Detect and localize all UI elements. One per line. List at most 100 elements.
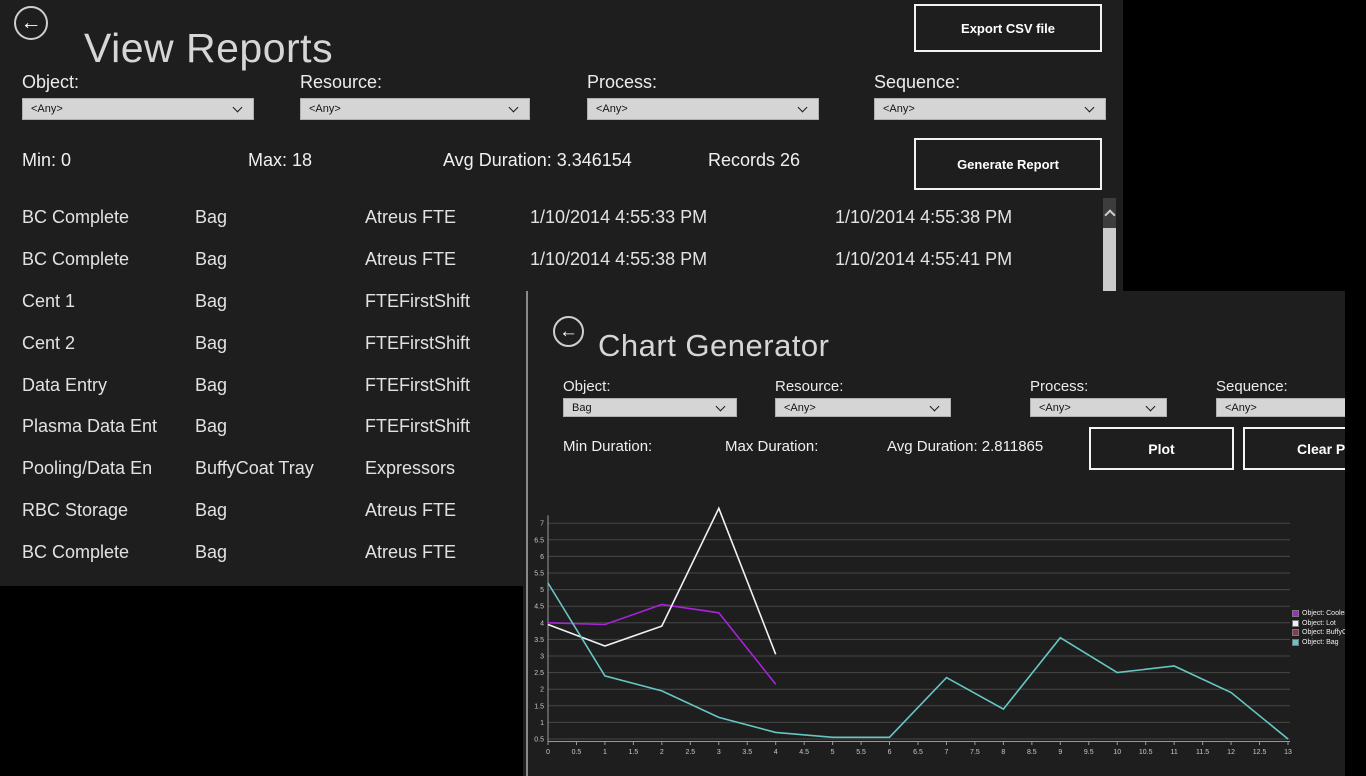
generate-report-button[interactable]: Generate Report [914,138,1102,190]
cell-object: Bag [195,500,365,521]
svg-text:2: 2 [660,749,664,756]
svg-text:1: 1 [603,749,607,756]
filter-sequence: Sequence:<Any> [1216,378,1345,395]
filter-resource: Resource:<Any> [775,378,951,395]
legend-label: Object: Lot [1302,620,1336,627]
back-arrow-icon: ← [21,11,42,35]
object-dropdown[interactable]: Bag [563,398,737,417]
cell-end-time: 1/10/2014 4:55:41 PM [835,249,1100,270]
chevron-down-icon [798,103,808,113]
filter-label: Process: [587,72,819,93]
desktop: ← View Reports Export CSV file Object:<A… [0,0,1366,776]
cell-process: Cent 2 [22,333,195,354]
svg-text:12.5: 12.5 [1253,749,1267,756]
object-dropdown[interactable]: <Any> [22,98,254,120]
dropdown-value: <Any> [1039,402,1147,414]
legend-swatch [1292,610,1299,617]
svg-text:6.5: 6.5 [913,749,923,756]
legend-label: Object: BuffyCoat [1302,629,1345,636]
svg-text:3.5: 3.5 [534,637,544,644]
svg-text:5.5: 5.5 [856,749,866,756]
max-stat: Max: 18 [248,150,312,171]
back-arrow-icon: ← [559,321,578,343]
chevron-up-icon [1104,209,1115,220]
svg-text:3: 3 [717,749,721,756]
svg-text:5.5: 5.5 [534,571,544,578]
svg-text:13: 13 [1284,749,1292,756]
filter-label: Resource: [775,378,951,395]
svg-text:2: 2 [540,687,544,694]
process-dropdown[interactable]: <Any> [1030,398,1167,417]
scrollbar-up-button[interactable] [1103,198,1116,228]
svg-text:6: 6 [888,749,892,756]
sequence-dropdown[interactable]: <Any> [1216,398,1345,417]
records-count: Records 26 [708,150,800,171]
resource-dropdown[interactable]: <Any> [300,98,530,120]
legend-label: Object: Bag [1302,639,1339,646]
cell-object: Bag [195,207,365,228]
svg-text:10.5: 10.5 [1139,749,1153,756]
cell-process: Plasma Data Ent [22,416,195,437]
process-dropdown[interactable]: <Any> [587,98,819,120]
svg-text:9: 9 [1058,749,1062,756]
svg-text:1.5: 1.5 [629,749,639,756]
svg-text:0.5: 0.5 [534,737,544,744]
cell-resource: Atreus FTE [365,207,530,228]
filter-label: Process: [1030,378,1167,395]
cell-object: Bag [195,291,365,312]
table-row[interactable]: BC CompleteBagAtreus FTE1/10/2014 4:55:3… [0,239,1100,281]
svg-text:12: 12 [1227,749,1235,756]
chevron-down-icon [1085,103,1095,113]
table-row[interactable]: BC CompleteBagAtreus FTE1/10/2014 4:55:3… [0,197,1100,239]
min-duration-label: Min Duration: [563,438,652,455]
chevron-down-icon [930,401,940,411]
legend-swatch [1292,620,1299,627]
back-button[interactable]: ← [14,6,48,40]
filter-label: Object: [563,378,737,395]
clear-plot-button[interactable]: Clear Plot [1243,427,1345,470]
export-csv-button[interactable]: Export CSV file [914,4,1102,52]
filter-object: Object:<Any> [22,72,254,93]
svg-text:7.5: 7.5 [970,749,980,756]
svg-text:4.5: 4.5 [799,749,809,756]
chevron-down-icon [716,401,726,411]
dropdown-value: <Any> [596,103,799,115]
min-stat: Min: 0 [22,150,71,171]
chart-filters: Object:BagResource:<Any>Process:<Any>Seq… [523,378,1345,420]
cell-process: BC Complete [22,207,195,228]
plot-button[interactable]: Plot [1089,427,1234,470]
cell-object: Bag [195,375,365,396]
cell-object: Bag [195,333,365,354]
dropdown-value: <Any> [309,103,510,115]
cell-start-time: 1/10/2014 4:55:38 PM [530,249,835,270]
cell-process: Cent 1 [22,291,195,312]
filter-sequence: Sequence:<Any> [874,72,1106,93]
cell-process: BC Complete [22,249,195,270]
dropdown-value: <Any> [883,103,1086,115]
sequence-dropdown[interactable]: <Any> [874,98,1106,120]
series-lines [548,508,1288,739]
x-axis-labels: 00.511.522.533.544.555.566.577.588.599.5… [546,742,1292,757]
filter-process: Process:<Any> [587,72,819,93]
back-button[interactable]: ← [553,316,584,347]
dropdown-value: <Any> [784,402,931,414]
filter-object: Object:Bag [563,378,737,395]
cell-object: Bag [195,542,365,563]
page-title: View Reports [84,25,333,72]
svg-text:0.5: 0.5 [572,749,582,756]
legend-item: Object: Cooler [1292,609,1345,619]
chevron-down-icon [509,103,519,113]
cell-process: Pooling/Data En [22,458,195,479]
report-filters: Object:<Any>Resource:<Any>Process:<Any>S… [0,72,1123,124]
cell-process: Data Entry [22,375,195,396]
svg-text:9.5: 9.5 [1084,749,1094,756]
svg-text:7: 7 [945,749,949,756]
svg-text:3: 3 [540,654,544,661]
avg-duration-stat: Avg Duration: 3.346154 [443,150,632,171]
cell-resource: Atreus FTE [365,500,530,521]
svg-text:11.5: 11.5 [1196,749,1209,756]
cell-resource: Expressors [365,458,530,479]
chevron-down-icon [233,103,243,113]
resource-dropdown[interactable]: <Any> [775,398,951,417]
avg-duration-stat: Avg Duration: 2.811865 [887,438,1043,455]
